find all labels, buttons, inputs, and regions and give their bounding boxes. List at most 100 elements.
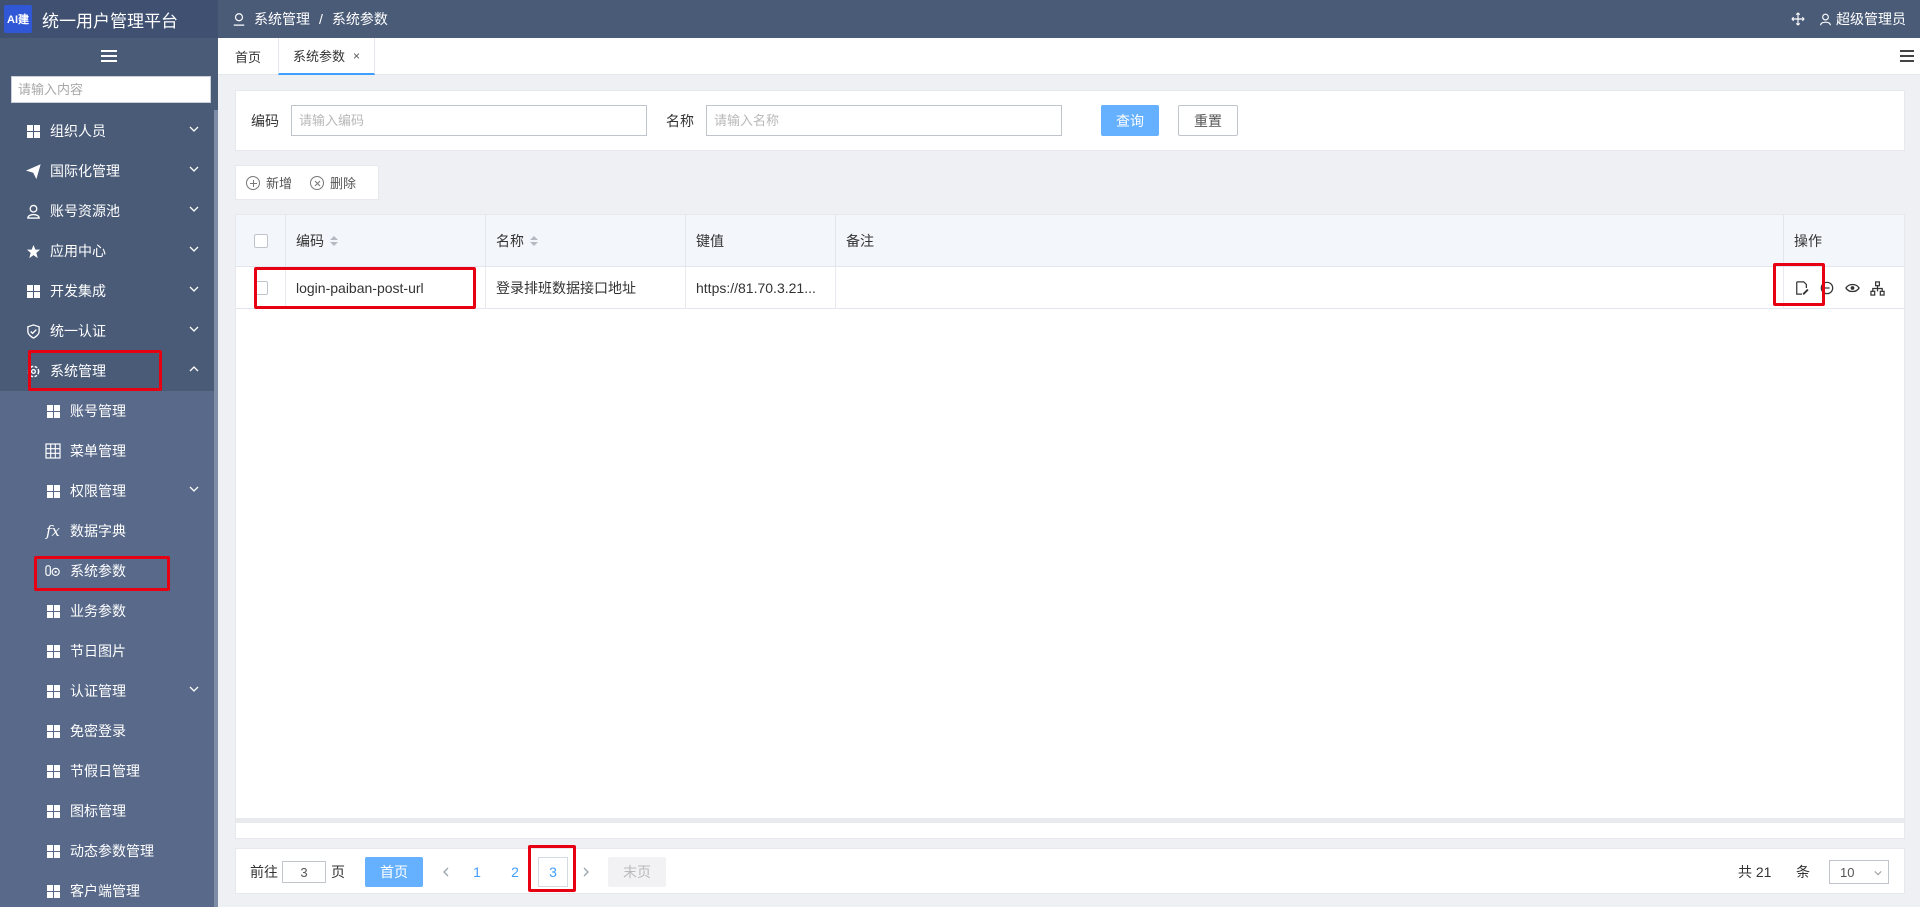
page-size-value: 10 <box>1840 864 1855 880</box>
brand: AI建 统一用户管理平台 <box>0 0 218 38</box>
sidebar-item-label: 动态参数管理 <box>70 843 154 859</box>
sidebar-item-holiday-management[interactable]: 节假日管理 <box>0 751 218 791</box>
tabs-menu-icon[interactable] <box>1900 50 1914 62</box>
next-page-button[interactable] <box>576 857 596 887</box>
page-size-select[interactable]: 10 <box>1829 857 1889 887</box>
reset-button[interactable]: 重置 <box>1178 105 1238 136</box>
column-header-name[interactable]: 名称 <box>486 215 686 267</box>
grid-icon <box>45 483 61 499</box>
sidebar-item-unified-auth[interactable]: 统一认证 <box>0 311 218 351</box>
sidebar-item-menu-management[interactable]: 菜单管理 <box>0 431 218 471</box>
cell-remark <box>836 267 1784 309</box>
sidebar-item-dev-integration[interactable]: 开发集成 <box>0 271 218 311</box>
hierarchy-icon[interactable] <box>1869 280 1885 296</box>
name-input[interactable] <box>706 105 1062 136</box>
sidebar-item-i18n[interactable]: 国际化管理 <box>0 151 218 191</box>
breadcrumb-separator: / <box>319 11 323 27</box>
chevron-down-icon <box>1874 871 1882 876</box>
fx-icon: fx <box>45 522 60 540</box>
annotation-box <box>528 845 576 892</box>
sidebar-item-business-params[interactable]: 业务参数 <box>0 591 218 631</box>
sidebar-item-label: 节假日管理 <box>70 763 140 779</box>
user-menu[interactable]: 超级管理员 <box>1819 9 1906 29</box>
sidebar-scrollbar[interactable] <box>214 110 218 907</box>
breadcrumb-item[interactable]: 系统管理 <box>254 9 310 29</box>
tab-home[interactable]: 首页 <box>235 38 261 75</box>
column-header-code[interactable]: 编码 <box>286 215 486 267</box>
chevron-down-icon <box>189 206 199 212</box>
user-icon <box>25 203 41 219</box>
last-page-button[interactable]: 末页 <box>608 857 666 887</box>
chevron-down-icon <box>189 686 199 692</box>
sort-icon[interactable] <box>530 236 538 246</box>
pagination: 前往 页 首页 1 2 3 末页 共 21 条 10 <box>235 848 1905 894</box>
code-input[interactable] <box>291 105 647 136</box>
total-unit: 条 <box>1796 864 1810 880</box>
sidebar-menu: 组织人员 国际化管理 账号资源池 应用中心 开发集成 统一认证 系统管理 账号管… <box>0 111 218 907</box>
sort-icon[interactable] <box>330 236 338 246</box>
annotation-box <box>28 350 162 391</box>
fullscreen-icon[interactable] <box>1791 12 1805 26</box>
add-button[interactable]: 新增 <box>246 173 292 192</box>
grid-icon <box>45 603 61 619</box>
table-row[interactable]: login-paiban-post-url 登录排班数据接口地址 https:/… <box>236 267 1904 309</box>
select-all-checkbox[interactable] <box>253 234 268 248</box>
top-header: 系统管理 / 系统参数 超级管理员 <box>218 0 1920 38</box>
sidebar-item-account-pool[interactable]: 账号资源池 <box>0 191 218 231</box>
annotation-box <box>34 556 170 591</box>
page-2-button[interactable]: 2 <box>500 857 530 887</box>
column-header-value: 键值 <box>686 215 836 267</box>
sidebar-item-icon-management[interactable]: 图标管理 <box>0 791 218 831</box>
column-header-actions: 操作 <box>1784 215 1904 267</box>
delete-button[interactable]: 删除 <box>310 173 356 192</box>
page-size-select-box[interactable]: 10 <box>1829 860 1889 884</box>
column-header-label: 键值 <box>696 233 724 249</box>
sidebar-item-org[interactable]: 组织人员 <box>0 111 218 151</box>
grid-icon <box>25 283 41 299</box>
sidebar-item-client-management[interactable]: 客户端管理 <box>0 871 218 907</box>
sidebar-search-input[interactable] <box>11 76 211 103</box>
sidebar-item-label: 菜单管理 <box>70 443 126 459</box>
tab-system-params[interactable]: 系统参数 × <box>278 38 376 75</box>
close-icon[interactable]: × <box>353 49 360 63</box>
chevron-down-icon <box>189 166 199 172</box>
view-icon[interactable] <box>1844 280 1860 296</box>
tabs-bar: 首页 系统参数 × <box>218 38 1920 75</box>
first-page-button[interactable]: 首页 <box>365 857 423 887</box>
page-1-button[interactable]: 1 <box>462 857 492 887</box>
select-all-cell <box>236 215 286 267</box>
grid-icon <box>45 763 61 779</box>
sidebar-item-label: 业务参数 <box>70 603 126 619</box>
chevron-right-icon <box>583 867 589 877</box>
sidebar-item-label: 统一认证 <box>50 323 106 339</box>
prev-page-button[interactable] <box>436 857 456 887</box>
column-header-label: 编码 <box>296 233 324 249</box>
sidebar-item-label: 数据字典 <box>70 523 126 539</box>
shield-icon <box>25 323 41 339</box>
sidebar-item-passwordless-login[interactable]: 免密登录 <box>0 711 218 751</box>
table-toolbar: 新增 删除 <box>235 165 379 200</box>
sidebar-item-holiday-images[interactable]: 节日图片 <box>0 631 218 671</box>
goto-page-input[interactable] <box>282 861 326 883</box>
sidebar-collapse-button[interactable] <box>0 38 218 73</box>
sidebar-item-label: 开发集成 <box>50 283 106 299</box>
sidebar-item-data-dictionary[interactable]: fx 数据字典 <box>0 511 218 551</box>
chevron-left-icon <box>443 867 449 877</box>
sidebar-item-dynamic-params[interactable]: 动态参数管理 <box>0 831 218 871</box>
column-header-label: 名称 <box>496 233 524 249</box>
sidebar-item-auth-management[interactable]: 认证管理 <box>0 671 218 711</box>
table-horizontal-scrollbar[interactable] <box>236 818 1904 823</box>
sidebar-item-account-management[interactable]: 账号管理 <box>0 391 218 431</box>
chevron-down-icon <box>189 326 199 332</box>
hamburger-icon <box>101 49 117 62</box>
system-management-submenu: 账号管理 菜单管理 权限管理 fx 数据字典 系统参数 业务参数 节日图片 认证… <box>0 391 218 907</box>
cell-name: 登录排班数据接口地址 <box>486 267 686 309</box>
sidebar-item-app-center[interactable]: 应用中心 <box>0 231 218 271</box>
sidebar-item-label: 节日图片 <box>70 643 126 659</box>
column-header-label: 操作 <box>1794 233 1822 249</box>
table-header: 编码 名称 键值 备注 操作 <box>236 215 1904 267</box>
sidebar-item-permission-management[interactable]: 权限管理 <box>0 471 218 511</box>
grid-icon <box>45 683 61 699</box>
query-button[interactable]: 查询 <box>1101 105 1159 136</box>
add-label: 新增 <box>266 176 293 191</box>
